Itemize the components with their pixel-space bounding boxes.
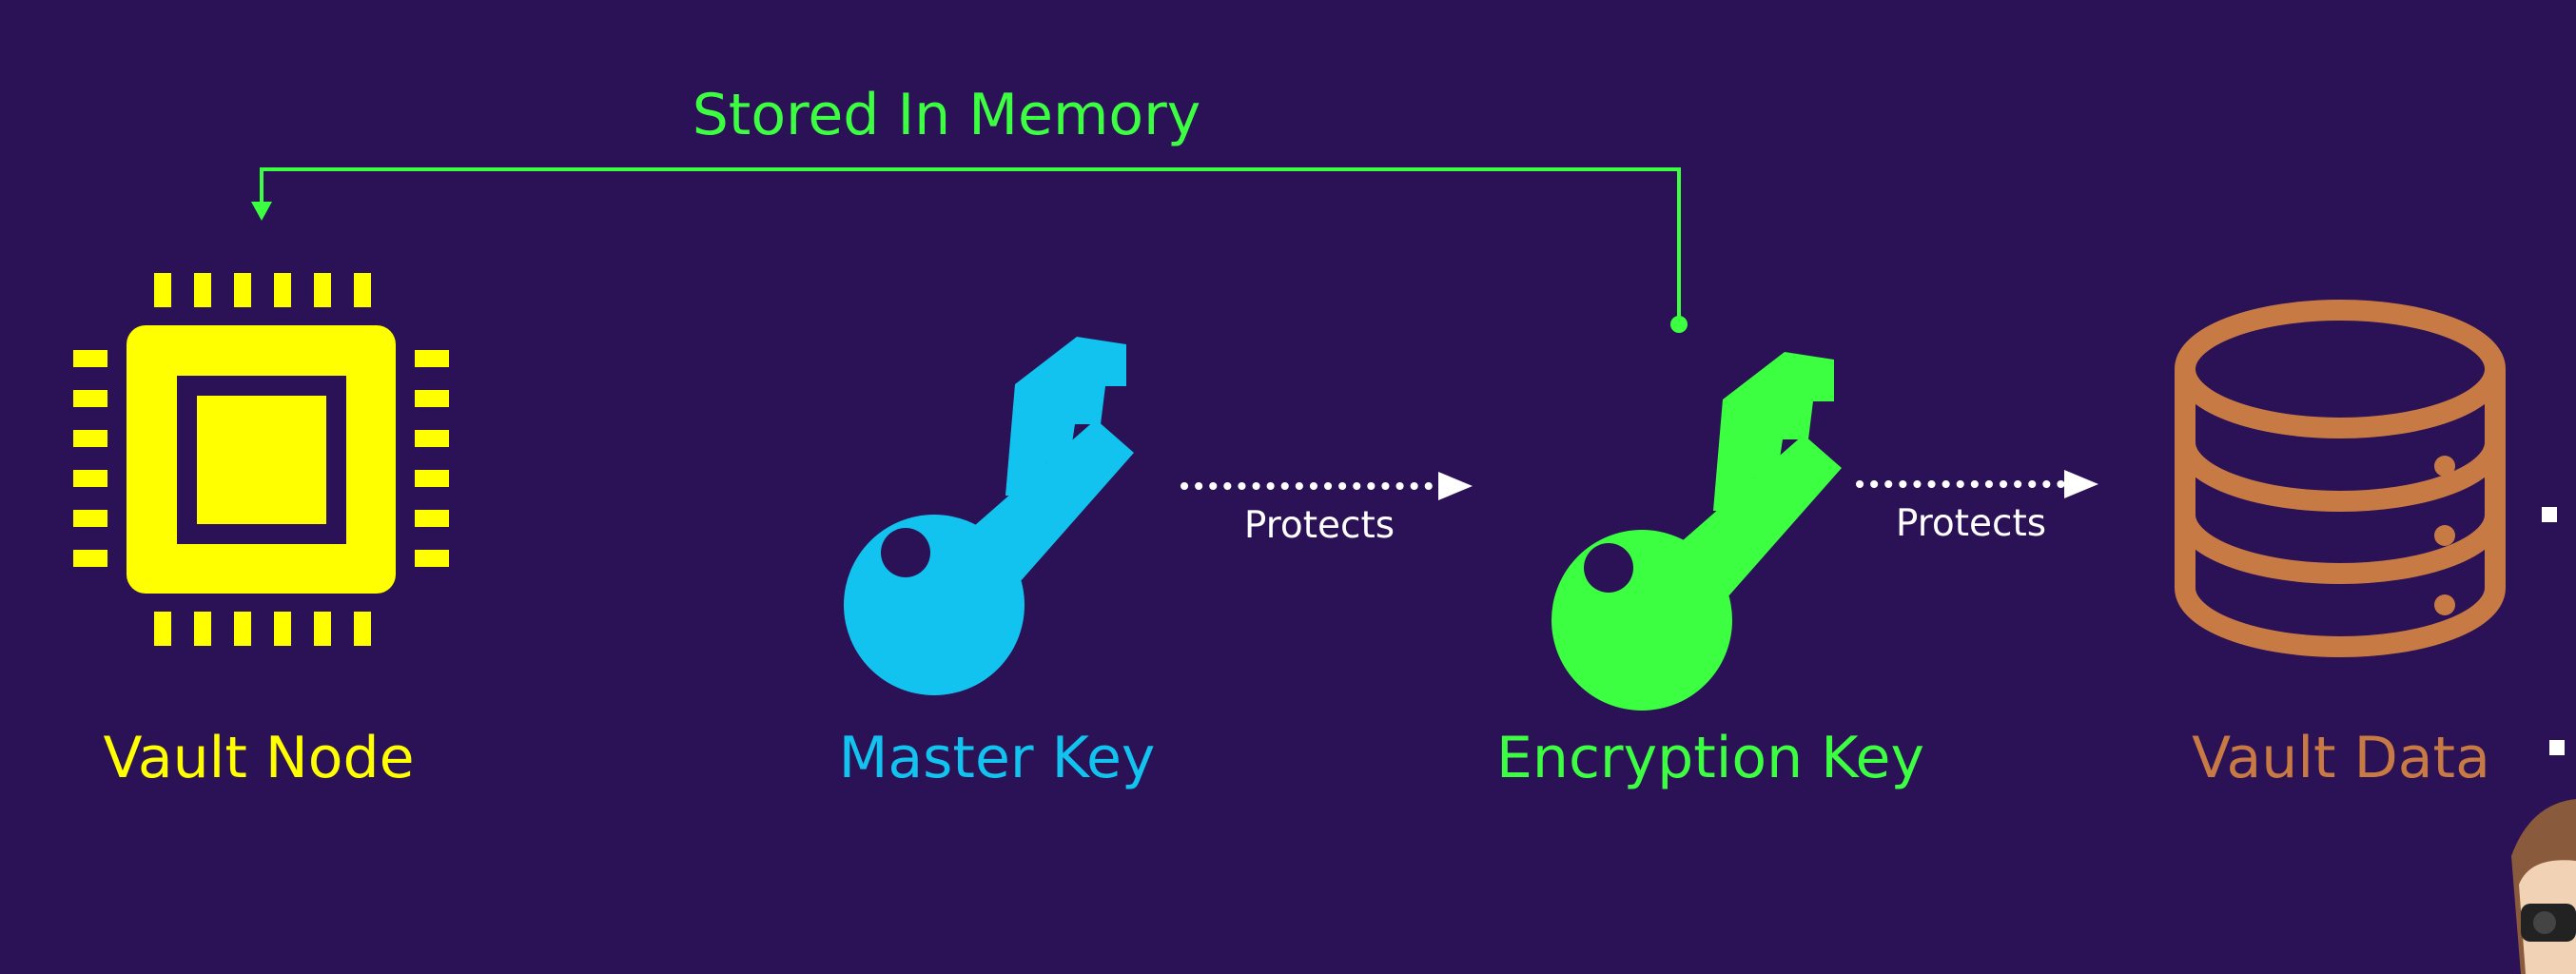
encryption-key-icon — [1551, 352, 1842, 711]
edge-dot — [2542, 507, 2557, 522]
protects-arrow-2 — [1856, 470, 2098, 498]
memory-link-label: Stored In Memory — [692, 82, 1201, 148]
cpu-chip-icon — [73, 273, 449, 646]
memory-link-dot — [1670, 316, 1688, 333]
diagram-canvas — [73, 167, 2576, 974]
master-key-icon — [844, 337, 1134, 695]
protects-arrow-1 — [1181, 472, 1473, 500]
memory-link-connector — [251, 167, 1688, 333]
encryption-key-label: Encryption Key — [1496, 725, 1924, 791]
vault-node-label: Vault Node — [103, 725, 415, 791]
edge-dot — [2549, 740, 2565, 755]
memory-arrowhead-icon — [251, 202, 272, 221]
protects-label-2: Protects — [1895, 502, 2047, 545]
database-icon — [2175, 300, 2506, 657]
arrowhead-icon — [1438, 472, 1473, 500]
avatar — [2511, 799, 2576, 974]
master-key-label: Master Key — [838, 725, 1156, 791]
arrowhead-icon — [2064, 470, 2098, 498]
protects-label-1: Protects — [1243, 504, 1395, 547]
vault-data-label: Vault Data — [2192, 725, 2490, 791]
